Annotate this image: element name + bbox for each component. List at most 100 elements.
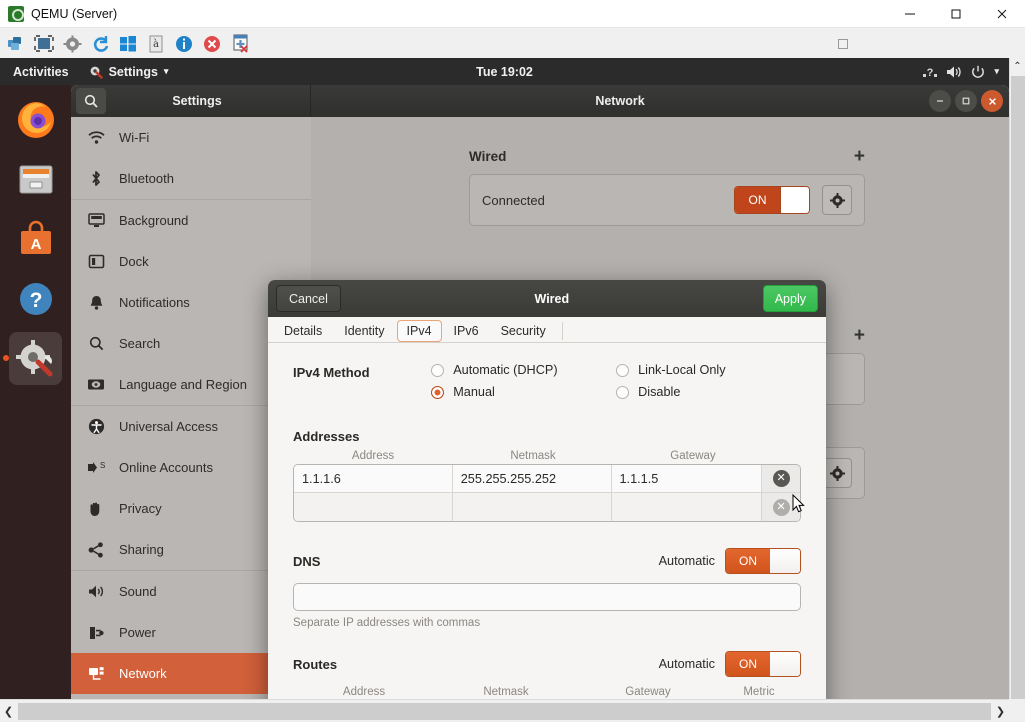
fullscreen-icon[interactable] (32, 33, 56, 55)
sidebar-label: Power (119, 625, 156, 640)
sidebar-item-wifi[interactable]: Wi-Fi (71, 117, 311, 158)
sidebar-label: Dock (119, 254, 149, 269)
qemu-minimize-button[interactable] (887, 0, 933, 28)
settings-gear-icon[interactable] (60, 33, 84, 55)
settings-window-controls (929, 90, 1003, 112)
script-icon[interactable]: à (144, 33, 168, 55)
windows-icon[interactable] (116, 33, 140, 55)
delete-row-icon[interactable]: ✕ (773, 470, 790, 487)
connection-row-controls: ON (734, 185, 852, 215)
radio-label: Manual (453, 385, 495, 399)
search-icon (85, 336, 107, 351)
sidebar-item-dock[interactable]: Dock (71, 241, 311, 282)
dns-automatic-toggle[interactable]: ON (725, 548, 801, 574)
add-connection-button[interactable]: + (854, 150, 865, 164)
scrollbar-corner (1009, 699, 1025, 722)
tab-ipv4[interactable]: IPv4 (397, 320, 442, 342)
qemu-close-button[interactable] (979, 0, 1025, 28)
gear-icon[interactable] (822, 185, 852, 215)
apply-button[interactable]: Apply (763, 285, 818, 312)
delete-address-row-cell: ✕ (762, 465, 800, 492)
wired-settings-dialog: Cancel Wired Apply Details Identity IPv4… (268, 280, 826, 699)
info-icon[interactable] (172, 33, 196, 55)
delete-address-row-cell-empty: ✕ (762, 493, 800, 521)
settings-sidebar-header: Settings (71, 85, 311, 117)
gnome-clock[interactable]: Tue 19:02 (0, 65, 1009, 79)
sidebar-item-bluetooth[interactable]: Bluetooth (71, 158, 311, 199)
radio-automatic-dhcp[interactable]: Automatic (DHCP) (431, 363, 616, 377)
refresh-icon[interactable] (88, 33, 112, 55)
delete-row-icon[interactable]: ✕ (773, 499, 790, 516)
ipv4-method-column-left: Automatic (DHCP) Manual (431, 363, 616, 407)
qemu-maximize-button[interactable] (933, 0, 979, 28)
qemu-toolbar-checkbox[interactable] (838, 39, 848, 49)
dns-input[interactable] (293, 583, 801, 611)
routes-toggle-state: ON (726, 652, 770, 676)
dock-item-help[interactable]: ? (9, 272, 62, 325)
dialog-header-bar: Cancel Wired Apply (268, 280, 826, 317)
dock-item-ubuntu-software[interactable]: A (9, 212, 62, 265)
tab-security[interactable]: Security (491, 320, 556, 342)
gateway-input[interactable]: 1.1.1.5 (612, 465, 763, 492)
search-icon[interactable] (76, 88, 106, 114)
svg-text:A: A (30, 236, 41, 253)
gateway-input-empty[interactable] (612, 493, 763, 521)
connection-toggle[interactable]: ON (734, 186, 810, 214)
dock-item-firefox[interactable] (9, 92, 62, 145)
address-input[interactable]: 1.1.1.6 (294, 465, 453, 492)
tab-ipv6[interactable]: IPv6 (444, 320, 489, 342)
vm-guest-screen: Activities Settings ▾ Tue 19:02 (0, 58, 1009, 699)
settings-close-button[interactable] (981, 90, 1003, 112)
route-column-header-address: Address (293, 686, 435, 698)
netmask-input[interactable]: 255.255.255.252 (453, 465, 612, 492)
background-icon (85, 213, 107, 228)
settings-minimize-button[interactable] (929, 90, 951, 112)
address-input-empty[interactable] (294, 493, 453, 521)
cancel-icon[interactable] (200, 33, 224, 55)
cancel-button[interactable]: Cancel (276, 285, 341, 312)
vertical-scroll-thumb[interactable] (1011, 76, 1025, 704)
radio-disable[interactable]: Disable (616, 385, 801, 399)
addresses-column-headers: Address Netmask Gateway (293, 450, 801, 462)
sidebar-label: Privacy (119, 501, 162, 516)
netmask-input-empty[interactable] (453, 493, 612, 521)
dns-toggle-state: ON (726, 549, 770, 573)
online-accounts-icon: S (85, 460, 107, 475)
gear-icon[interactable] (822, 458, 852, 488)
sidebar-label: Network (119, 666, 167, 681)
scroll-up-icon[interactable]: ⌃ (1010, 58, 1025, 75)
routes-header-row: Routes Automatic ON (293, 651, 801, 677)
gnome-status-area[interactable]: ? ▾ (923, 65, 999, 79)
tab-identity[interactable]: Identity (334, 320, 394, 342)
vertical-scrollbar[interactable]: ⌃ ⌄ (1009, 58, 1025, 722)
sidebar-label: Sound (119, 584, 157, 599)
scroll-right-icon[interactable]: ❯ (992, 701, 1009, 722)
radio-link-local-only[interactable]: Link-Local Only (616, 363, 801, 377)
scroll-left-icon[interactable]: ❮ (0, 701, 17, 722)
toggle-knob (770, 652, 800, 676)
radio-manual[interactable]: Manual (431, 385, 616, 399)
sidebar-item-background[interactable]: Background (71, 200, 311, 241)
add-connection-button-2[interactable]: + (854, 329, 865, 343)
column-header-address: Address (293, 450, 453, 462)
settings-maximize-button[interactable] (955, 90, 977, 112)
dock-item-settings[interactable] (9, 332, 62, 385)
machine-icon[interactable] (4, 33, 28, 55)
network-section-header: Wired + (469, 149, 865, 164)
sidebar-label: Bluetooth (119, 171, 174, 186)
radio-label: Disable (638, 385, 680, 399)
tab-details[interactable]: Details (274, 320, 332, 342)
dns-hint: Separate IP addresses with commas (293, 617, 801, 629)
horizontal-scroll-thumb[interactable] (18, 703, 991, 720)
svg-text:à: à (153, 39, 159, 50)
dialog-body: Details Identity IPv4 IPv6 Security IPv4… (268, 317, 826, 699)
horizontal-scrollbar[interactable]: ❮ ❯ (0, 699, 1009, 722)
qemu-logo-icon (8, 6, 24, 22)
dns-automatic-group: Automatic ON (659, 548, 801, 574)
address-row-empty: ✕ (294, 493, 800, 521)
dock-item-files[interactable] (9, 152, 62, 205)
network-connection-row[interactable]: Connected ON (469, 174, 865, 226)
delete-task-icon[interactable] (228, 33, 252, 55)
routes-automatic-toggle[interactable]: ON (725, 651, 801, 677)
sidebar-label: Background (119, 213, 188, 228)
